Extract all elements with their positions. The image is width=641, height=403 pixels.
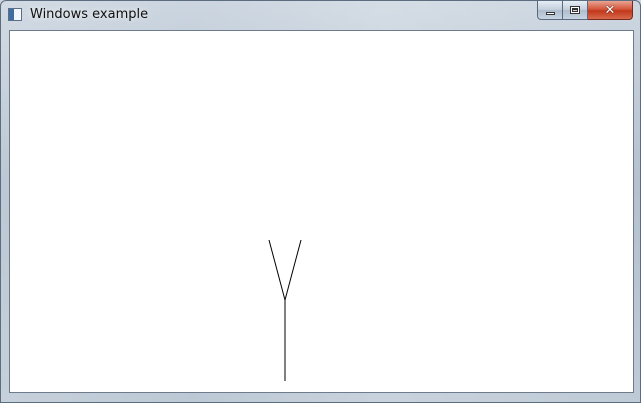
minimize-button[interactable] <box>537 1 563 20</box>
window-title: Windows example <box>30 7 149 22</box>
tree-branch-left <box>268 239 286 301</box>
drawing-canvas[interactable] <box>9 30 634 393</box>
close-icon: ✕ <box>604 2 616 18</box>
caption-buttons: ✕ <box>537 1 633 21</box>
fractal-tree-drawing <box>268 239 302 381</box>
close-button[interactable]: ✕ <box>588 1 633 20</box>
app-window-icon[interactable] <box>8 8 22 21</box>
maximize-button[interactable] <box>563 1 588 20</box>
tree-branch-right <box>284 239 302 301</box>
minimize-icon <box>545 11 555 15</box>
title-bar[interactable]: Windows example ✕ <box>1 1 640 30</box>
maximize-icon <box>570 6 580 14</box>
app-window: Windows example ✕ <box>0 0 641 403</box>
